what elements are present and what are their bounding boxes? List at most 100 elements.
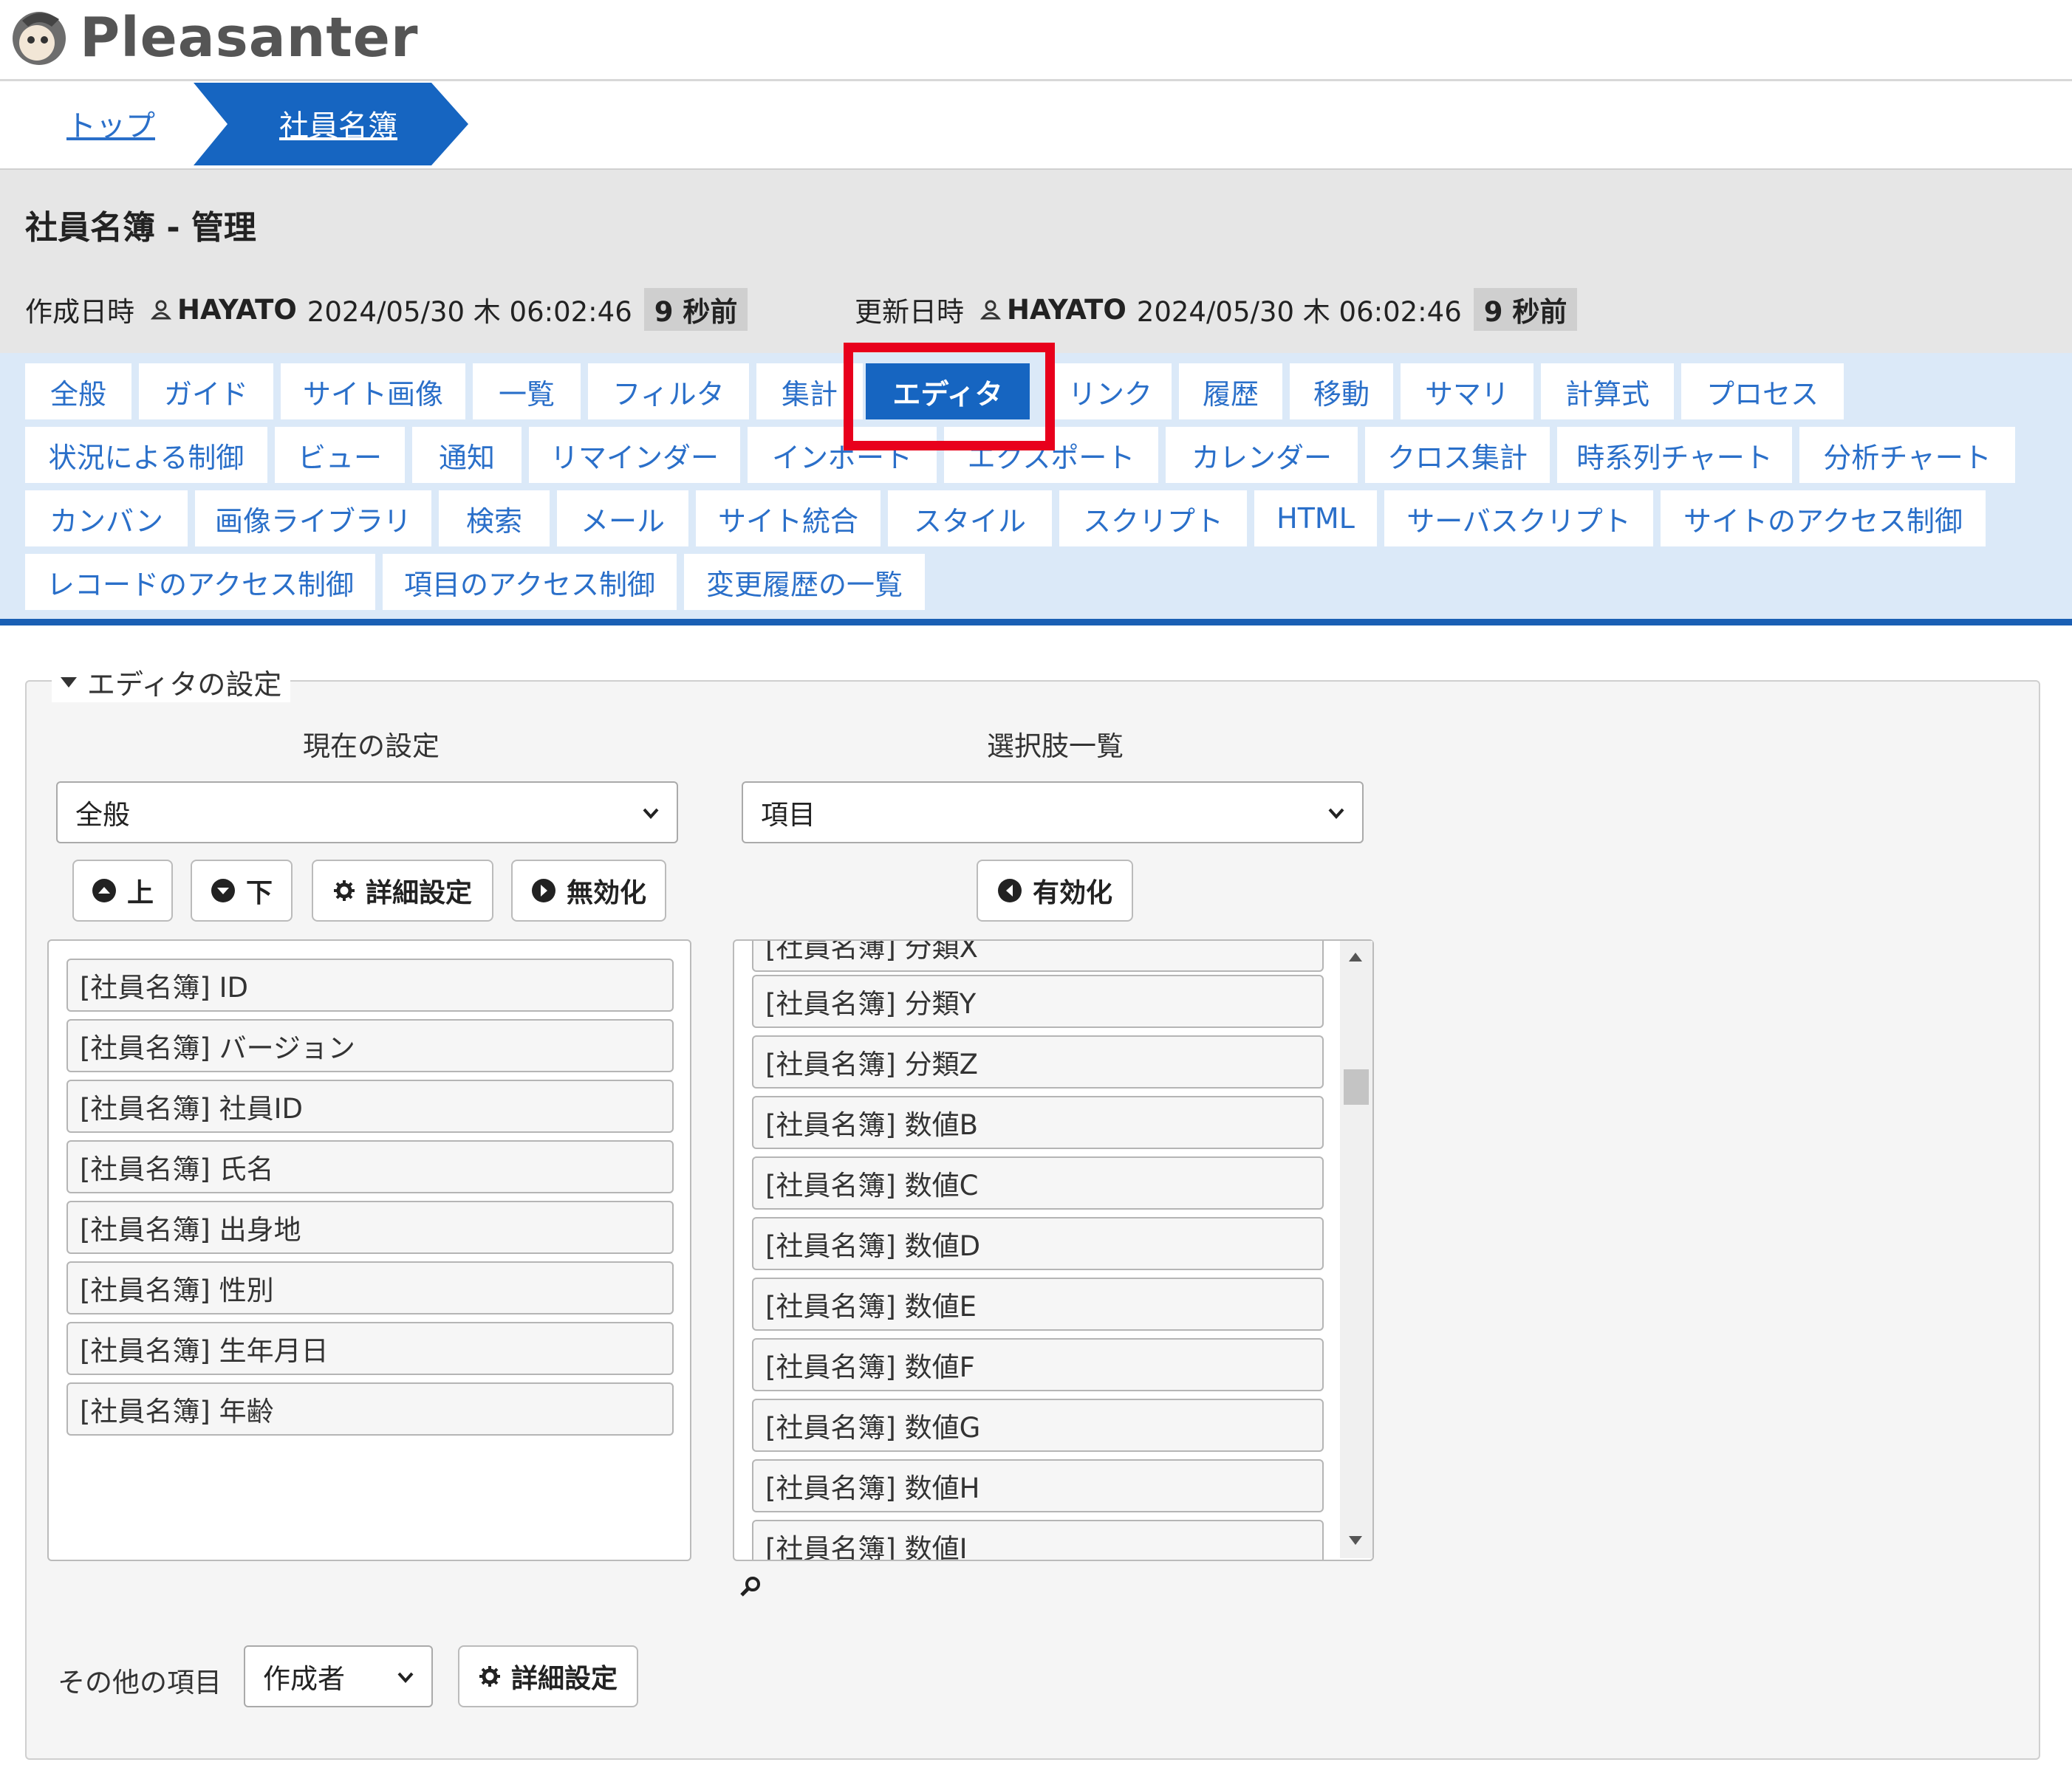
updated-label: 更新日時	[855, 296, 964, 328]
list-item[interactable]: [社員名簿] 出身地	[66, 1201, 674, 1254]
circle-arrow-down-icon	[211, 879, 235, 902]
page: { "app": { "logo_text": "Pleasanter" }, …	[0, 0, 2072, 1779]
enable-label: 有効化	[1032, 878, 1112, 908]
breadcrumb-current-link[interactable]: 社員名簿	[279, 102, 397, 145]
scroll-up-arrow-icon[interactable]	[1349, 953, 1362, 962]
tab-guide[interactable]: ガイド	[139, 363, 273, 419]
tab-view[interactable]: ビュー	[275, 427, 405, 483]
tab-image-library[interactable]: 画像ライブラリ	[195, 490, 431, 546]
tab-summary[interactable]: サマリ	[1401, 363, 1534, 419]
created-info: 作成日時 HAYATO 2024/05/30 木 06:02:46 9 秒前	[25, 288, 748, 331]
list-item[interactable]: [社員名簿] 生年月日	[66, 1322, 674, 1375]
list-item[interactable]: [社員名簿] 数値C	[752, 1156, 1324, 1210]
tab-script[interactable]: スクリプト	[1059, 490, 1247, 546]
list-item[interactable]: [社員名簿] 数値D	[752, 1217, 1324, 1270]
tab-kanban[interactable]: カンバン	[25, 490, 188, 546]
list-item[interactable]: [社員名簿] 数値E	[752, 1278, 1324, 1331]
list-item[interactable]: [社員名簿] 数値H	[752, 1459, 1324, 1512]
tab-site-access-control[interactable]: サイトのアクセス制御	[1661, 490, 1986, 546]
tab-column-access-control[interactable]: 項目のアクセス制御	[383, 554, 677, 610]
detail-settings-button[interactable]: 詳細設定	[312, 860, 493, 922]
tab-list[interactable]: 一覧	[473, 363, 581, 419]
created-at: 2024/05/30 木 06:02:46	[307, 296, 632, 328]
gear-icon	[333, 880, 355, 901]
current-settings-select-value: 全般	[75, 799, 130, 831]
tab-aggregate[interactable]: 集計	[756, 363, 863, 419]
logo-text[interactable]: Pleasanter	[80, 6, 418, 69]
tab-server-script[interactable]: サーバスクリプト	[1384, 490, 1653, 546]
search-icon[interactable]	[739, 1574, 762, 1598]
tab-filter[interactable]: フィルタ	[588, 363, 749, 419]
tab-process[interactable]: プロセス	[1681, 363, 1844, 419]
tab-search[interactable]: 検索	[439, 490, 550, 546]
list-item[interactable]: [社員名簿] バージョン	[66, 1019, 674, 1072]
tab-formula[interactable]: 計算式	[1541, 363, 1674, 419]
list-item[interactable]: [社員名簿] 数値F	[752, 1338, 1324, 1391]
disable-label: 無効化	[566, 878, 646, 908]
list-item[interactable]: [社員名簿] 数値I	[752, 1520, 1324, 1560]
updated-user[interactable]: HAYATO	[1007, 294, 1126, 326]
user-icon	[151, 300, 171, 320]
list-item[interactable]: [社員名簿] 数値G	[752, 1399, 1324, 1452]
list-item[interactable]: [社員名簿] 分類Z	[752, 1035, 1324, 1089]
list-item[interactable]: [社員名簿] 性別	[66, 1261, 674, 1314]
list-item[interactable]: [社員名簿] ID	[66, 959, 674, 1012]
tab-analysis-chart[interactable]: 分析チャート	[1799, 427, 2015, 483]
tab-cross-aggregate[interactable]: クロス集計	[1365, 427, 1550, 483]
tab-export[interactable]: エクスポート	[944, 427, 1158, 483]
current-settings-list[interactable]: [社員名簿] ID [社員名簿] バージョン [社員名簿] 社員ID [社員名簿…	[47, 939, 691, 1561]
tab-change-history-list[interactable]: 変更履歴の一覧	[684, 554, 925, 610]
list-item[interactable]: [社員名簿] 分類X	[752, 941, 1324, 972]
tab-general[interactable]: 全般	[25, 363, 131, 419]
chevron-down-icon	[643, 808, 659, 819]
options-select[interactable]: 項目	[742, 781, 1364, 843]
tab-style[interactable]: スタイル	[888, 490, 1052, 546]
updated-ago-badge: 9 秒前	[1473, 288, 1578, 331]
collapse-triangle-icon	[61, 676, 77, 688]
options-scrollbar[interactable]	[1340, 941, 1372, 1558]
chevron-down-icon	[397, 1672, 414, 1683]
tab-move[interactable]: 移動	[1290, 363, 1393, 419]
other-detail-settings-label: 詳細設定	[510, 1664, 618, 1694]
other-items-select[interactable]: 作成者	[244, 1645, 433, 1707]
tab-status-control[interactable]: 状況による制御	[25, 427, 267, 483]
page-title: 社員名簿 - 管理	[25, 209, 256, 247]
tab-bar-underline	[0, 619, 2072, 625]
chevron-down-icon	[1328, 808, 1344, 819]
tab-site-image[interactable]: サイト画像	[281, 363, 465, 419]
options-list[interactable]: [社員名簿] 分類X [社員名簿] 分類Y [社員名簿] 分類Z [社員名簿] …	[733, 939, 1374, 1561]
list-item[interactable]: [社員名簿] 社員ID	[66, 1080, 674, 1133]
editor-settings-legend[interactable]: エディタの設定	[52, 662, 291, 702]
move-up-label: 上	[126, 878, 154, 908]
detail-settings-label: 詳細設定	[365, 878, 472, 908]
tab-mail[interactable]: メール	[557, 490, 688, 546]
user-icon	[980, 300, 1001, 320]
tab-calendar[interactable]: カレンダー	[1166, 427, 1358, 483]
tab-import[interactable]: インポート	[748, 427, 937, 483]
move-down-button[interactable]: 下	[191, 860, 293, 922]
current-settings-select[interactable]: 全般	[56, 781, 678, 843]
list-item[interactable]: [社員名簿] 氏名	[66, 1140, 674, 1193]
tab-timeseries-chart[interactable]: 時系列チャート	[1557, 427, 1792, 483]
tab-editor[interactable]: エディタ	[866, 363, 1030, 419]
tab-link[interactable]: リンク	[1049, 363, 1172, 419]
tab-reminder[interactable]: リマインダー	[529, 427, 740, 483]
created-user[interactable]: HAYATO	[177, 294, 297, 326]
list-item[interactable]: [社員名簿] 数値B	[752, 1096, 1324, 1149]
breadcrumb: トップ 社員名簿	[0, 81, 2072, 168]
other-detail-settings-button[interactable]: 詳細設定	[458, 1645, 638, 1707]
disable-button[interactable]: 無効化	[511, 860, 666, 922]
tab-record-access-control[interactable]: レコードのアクセス制御	[25, 554, 375, 610]
breadcrumb-top-link[interactable]: トップ	[66, 102, 155, 145]
tab-history[interactable]: 履歴	[1179, 363, 1282, 419]
scroll-down-arrow-icon[interactable]	[1349, 1536, 1362, 1545]
enable-button[interactable]: 有効化	[977, 860, 1133, 922]
list-item[interactable]: [社員名簿] 年齢	[66, 1382, 674, 1436]
circle-arrow-right-icon	[531, 879, 555, 902]
move-up-button[interactable]: 上	[72, 860, 173, 922]
list-item[interactable]: [社員名簿] 分類Y	[752, 975, 1324, 1028]
tab-html[interactable]: HTML	[1254, 490, 1377, 546]
tab-site-integration[interactable]: サイト統合	[696, 490, 881, 546]
scroll-thumb[interactable]	[1344, 1069, 1369, 1105]
tab-notification[interactable]: 通知	[412, 427, 522, 483]
